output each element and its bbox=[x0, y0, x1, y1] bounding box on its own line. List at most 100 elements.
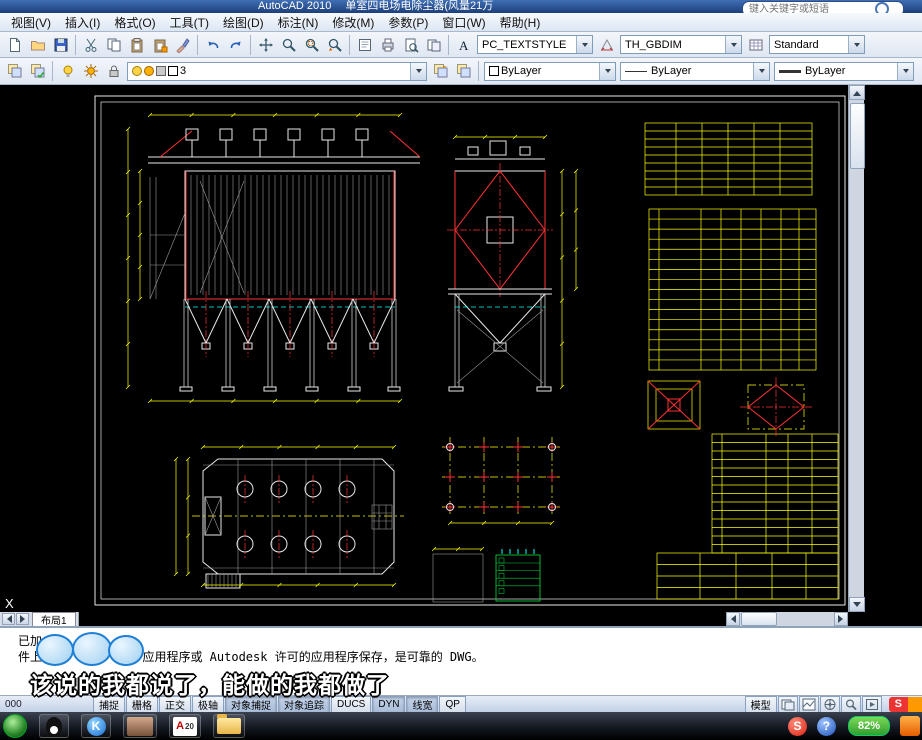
scroll-right-arrow[interactable] bbox=[834, 612, 848, 626]
layer-on-icon[interactable] bbox=[56, 60, 79, 83]
bulb-icon bbox=[132, 66, 142, 76]
paste-icon[interactable] bbox=[125, 33, 148, 56]
zoom-previous-icon[interactable] bbox=[323, 33, 346, 56]
quick-view-layouts-icon[interactable] bbox=[778, 696, 798, 713]
lineweight-combo[interactable]: ByLayer bbox=[774, 62, 914, 81]
menu-item-modify[interactable]: 修改(M) bbox=[325, 13, 381, 32]
title-block bbox=[657, 553, 838, 599]
publish-icon[interactable] bbox=[422, 33, 445, 56]
title-bar: AutoCAD 2010 单室四电场电除尘器(风量21万 bbox=[0, 0, 922, 13]
toggle-lineweight[interactable]: 线宽 bbox=[406, 696, 438, 713]
color-combo[interactable]: ByLayer bbox=[484, 62, 616, 81]
steering-wheel-icon[interactable] bbox=[820, 696, 840, 713]
table-style-icon[interactable] bbox=[744, 33, 767, 56]
text-style-combo[interactable]: PC_TEXTSTYLE bbox=[477, 35, 593, 54]
layer-states-icon[interactable] bbox=[26, 60, 49, 83]
menu-item-parametric[interactable]: 参数(P) bbox=[381, 13, 435, 32]
tab-nav-left-icon[interactable] bbox=[2, 613, 15, 625]
ime-sogou-button[interactable]: S bbox=[889, 697, 908, 712]
command-window-close[interactable]: X bbox=[5, 596, 14, 611]
properties-palette-icon[interactable] bbox=[353, 33, 376, 56]
layer-isolate-icon[interactable] bbox=[452, 60, 475, 83]
zoom-realtime-icon[interactable] bbox=[277, 33, 300, 56]
menu-item-tools[interactable]: 工具(T) bbox=[163, 13, 216, 32]
chevron-down-icon[interactable] bbox=[725, 36, 741, 53]
linetype-combo[interactable]: ByLayer bbox=[620, 62, 770, 81]
horizontal-scroll-thumb[interactable] bbox=[741, 612, 777, 626]
open-icon[interactable] bbox=[26, 33, 49, 56]
dim-style-icon[interactable] bbox=[595, 33, 618, 56]
search-icon[interactable] bbox=[875, 2, 889, 13]
document-title: 单室四电场电除尘器(风量21万 bbox=[345, 0, 493, 13]
chevron-down-icon[interactable] bbox=[897, 63, 913, 80]
drawing-area[interactable]: X bbox=[0, 85, 848, 612]
front-elevation-view bbox=[121, 111, 420, 403]
chevron-down-icon[interactable] bbox=[410, 63, 426, 80]
tray-sogou-icon[interactable]: S bbox=[788, 717, 807, 736]
scroll-down-arrow[interactable] bbox=[849, 597, 865, 612]
search-input[interactable] bbox=[747, 3, 875, 14]
menu-item-draw[interactable]: 绘图(D) bbox=[216, 13, 271, 32]
taskbar-folder-icon[interactable] bbox=[213, 714, 245, 738]
scroll-up-arrow[interactable] bbox=[849, 85, 865, 100]
vertical-scroll-thumb[interactable] bbox=[850, 103, 865, 169]
model-space-button[interactable]: 模型 bbox=[745, 696, 777, 713]
text-style-icon[interactable]: A bbox=[452, 33, 475, 56]
help-search-box[interactable] bbox=[742, 1, 904, 13]
taskbar-autocad-icon[interactable]: A20 bbox=[169, 714, 201, 738]
horizontal-scrollbar[interactable] bbox=[726, 612, 848, 626]
menu-item-dimension[interactable]: 标注(N) bbox=[271, 13, 326, 32]
copy-icon[interactable] bbox=[102, 33, 125, 56]
layers-toolbar: 3 ByLayer ByLayer ByLayer bbox=[0, 58, 922, 85]
menu-item-format[interactable]: 格式(O) bbox=[107, 13, 162, 32]
undo-icon[interactable] bbox=[201, 33, 224, 56]
layer-previous-icon[interactable] bbox=[429, 60, 452, 83]
dim-style-combo[interactable]: TH_GBDIM bbox=[620, 35, 742, 54]
scroll-left-arrow[interactable] bbox=[726, 612, 740, 626]
tray-app-icon[interactable] bbox=[900, 716, 920, 736]
match-properties-icon[interactable] bbox=[171, 33, 194, 56]
layer-lock-icon[interactable] bbox=[102, 60, 125, 83]
menu-item-help[interactable]: 帮助(H) bbox=[493, 13, 548, 32]
show-motion-icon[interactable] bbox=[862, 696, 882, 713]
ime-toolbar-tail[interactable] bbox=[908, 697, 922, 712]
quick-view-drawings-icon[interactable] bbox=[799, 696, 819, 713]
save-icon[interactable] bbox=[49, 33, 72, 56]
toggle-quick-properties[interactable]: QP bbox=[439, 696, 465, 713]
zoom-window-icon[interactable] bbox=[300, 33, 323, 56]
cad-drawing[interactable]: X bbox=[0, 85, 848, 612]
chevron-down-icon[interactable] bbox=[599, 63, 615, 80]
canvas-right-filler bbox=[864, 85, 922, 612]
plot-preview-icon[interactable] bbox=[399, 33, 422, 56]
pan-icon[interactable] bbox=[254, 33, 277, 56]
chevron-down-icon[interactable] bbox=[848, 36, 864, 53]
tray-help-icon[interactable]: ? bbox=[817, 717, 836, 736]
chevron-down-icon[interactable] bbox=[753, 63, 769, 80]
zoom-tool-icon[interactable] bbox=[841, 696, 861, 713]
notes-text-block bbox=[548, 537, 632, 598]
layer-combo[interactable]: 3 bbox=[127, 62, 427, 81]
taskbar-player-icon[interactable]: K bbox=[81, 714, 111, 738]
menu-item-view[interactable]: 视图(V) bbox=[4, 13, 58, 32]
taskbar-qq-icon[interactable] bbox=[39, 714, 69, 738]
chevron-down-icon[interactable] bbox=[576, 36, 592, 53]
plot-icon[interactable] bbox=[376, 33, 399, 56]
cut-icon[interactable] bbox=[79, 33, 102, 56]
start-button[interactable] bbox=[3, 714, 27, 738]
tab-layout1[interactable]: 布局1 bbox=[32, 612, 76, 626]
autocad-window: AutoCAD 2010 单室四电场电除尘器(风量21万 视图(V) 插入(I)… bbox=[0, 0, 922, 740]
redo-icon[interactable] bbox=[224, 33, 247, 56]
system-tray: S ? 82% bbox=[788, 716, 922, 736]
app-title: AutoCAD 2010 bbox=[258, 0, 331, 13]
tab-nav-right-icon[interactable] bbox=[16, 613, 29, 625]
vertical-scrollbar[interactable] bbox=[848, 85, 864, 612]
menu-item-window[interactable]: 窗口(W) bbox=[435, 13, 492, 32]
overlay-bubble bbox=[108, 635, 144, 666]
paste-special-icon[interactable] bbox=[148, 33, 171, 56]
table-style-combo[interactable]: Standard bbox=[769, 35, 865, 54]
layer-properties-icon[interactable] bbox=[3, 60, 26, 83]
new-icon[interactable] bbox=[3, 33, 26, 56]
taskbar-avatar-icon[interactable] bbox=[123, 714, 157, 738]
layer-thaw-icon[interactable] bbox=[79, 60, 102, 83]
menu-item-insert[interactable]: 插入(I) bbox=[58, 13, 107, 32]
